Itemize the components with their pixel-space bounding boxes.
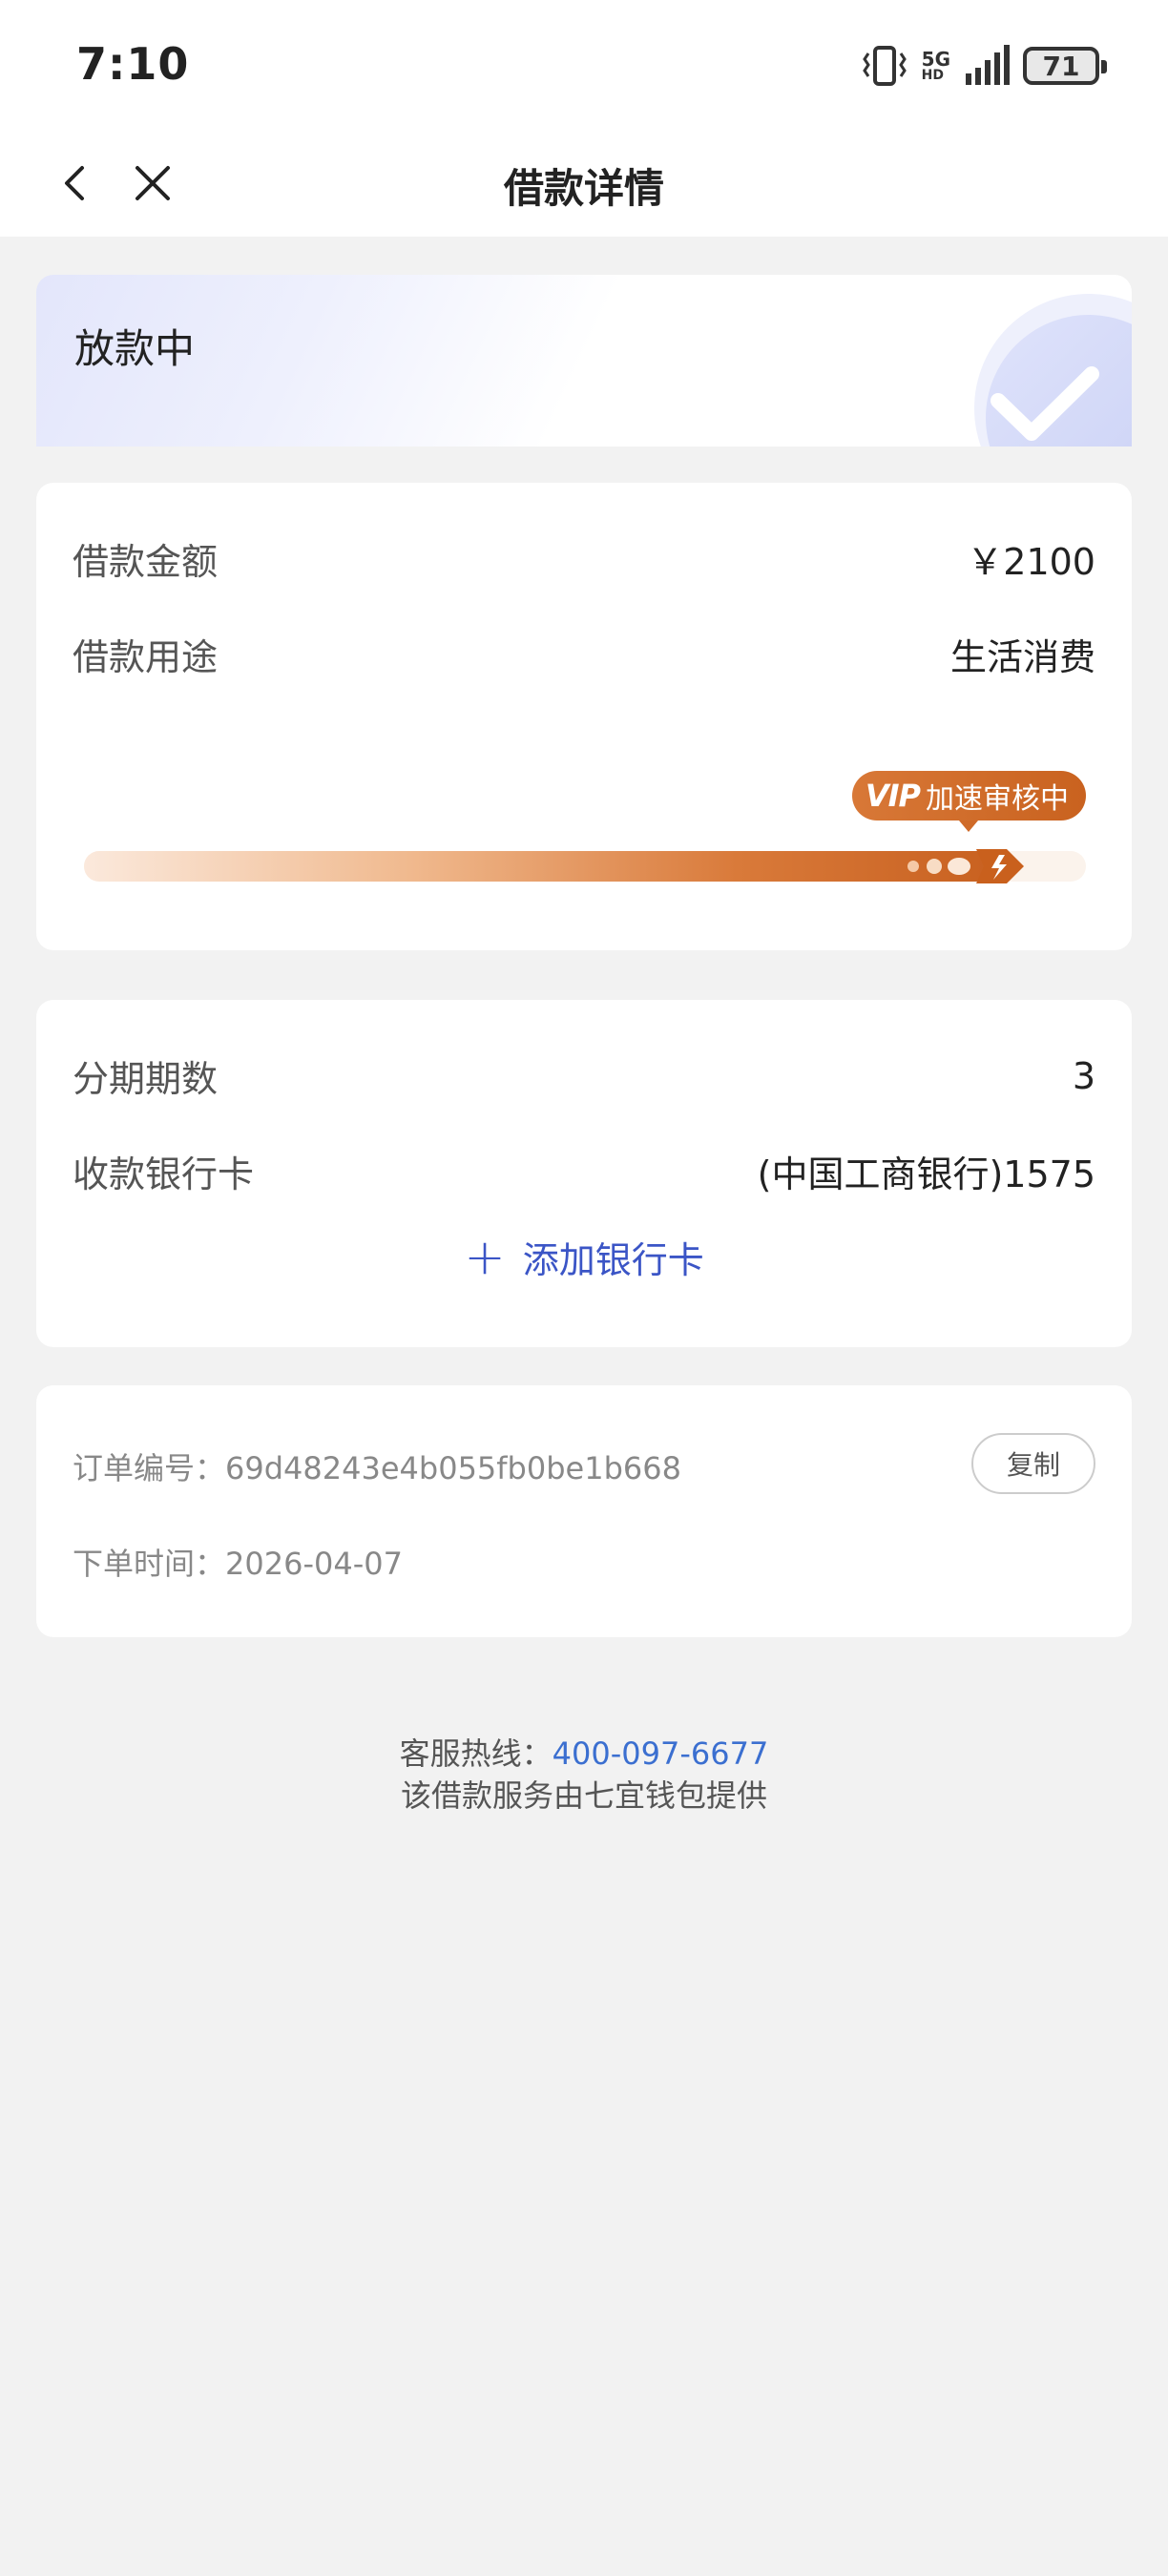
bank-row[interactable]: 收款银行卡 (中国工商银行)1575 [73, 1145, 1095, 1197]
amount-value: ￥2100 [967, 541, 1095, 583]
order-time-value: 2026-04-07 [225, 1546, 403, 1582]
add-bank-card-label: 添加银行卡 [522, 1239, 704, 1281]
installments-row: 分期期数 3 [73, 1049, 1095, 1102]
purpose-value: 生活消费 [949, 636, 1095, 678]
vibrate-icon [862, 46, 907, 86]
network-hd-label: HD [921, 68, 944, 83]
purpose-row: 借款用途 生活消费 [73, 628, 1095, 680]
provider-text: 该借款服务由七宜钱包提供 [400, 1777, 767, 1814]
add-bank-card-button[interactable]: + 添加银行卡 [36, 1231, 1132, 1283]
installments-label: 分期期数 [73, 1058, 219, 1100]
vip-speed-review-badge: VIP 加速审核中 [851, 771, 1086, 832]
check-circle-icon [974, 294, 1132, 447]
amount-row: 借款金额 ￥2100 [73, 532, 1095, 585]
battery-level: 71 [1042, 50, 1080, 82]
order-number-row: 订单编号：69d48243e4b055fb0be1b668 [73, 1444, 681, 1488]
order-time-label: 下单时间： [73, 1546, 226, 1582]
vip-logo: VIP [865, 778, 921, 814]
bank-value: (中国工商银行)1575 [757, 1153, 1095, 1195]
loan-status-text: 放款中 [74, 325, 196, 372]
battery-icon: 71 [1023, 47, 1107, 85]
review-progress-fill [84, 851, 1016, 882]
purpose-label: 借款用途 [73, 636, 219, 678]
review-progress-bar [84, 849, 1086, 883]
vip-status-text: 加速审核中 [926, 782, 1069, 816]
bank-label: 收款银行卡 [73, 1153, 255, 1195]
rocket-icon [907, 849, 1024, 883]
installment-bank-card: 分期期数 3 收款银行卡 (中国工商银行)1575 + 添加银行卡 [36, 1000, 1132, 1347]
installments-value: 3 [1072, 1054, 1095, 1097]
signal-icon [966, 45, 1010, 85]
hotline-line: 客服热线：400-097-6677 [0, 1733, 1168, 1775]
page-title: 借款详情 [503, 165, 664, 212]
footer: 客服热线：400-097-6677 该借款服务由七宜钱包提供 [0, 1733, 1168, 1817]
hotline-label: 客服热线： [399, 1735, 553, 1772]
copy-button[interactable]: 复制 [971, 1433, 1095, 1494]
network-type-label: 5G HD [922, 50, 950, 82]
loan-amount-card: 借款金额 ￥2100 借款用途 生活消费 VIP 加速审核中 [36, 483, 1132, 950]
hotline-number-link[interactable]: 400-097-6677 [553, 1735, 769, 1772]
header-bar: 借款详情 [0, 134, 1168, 237]
status-time: 7:10 [76, 38, 190, 90]
network-5g-label: 5G [921, 48, 950, 71]
order-info-card: 订单编号：69d48243e4b055fb0be1b668 复制 下单时间：20… [36, 1385, 1132, 1637]
order-number-label: 订单编号： [73, 1450, 226, 1486]
status-icons: 5G HD 71 [861, 42, 1107, 90]
loan-status-card: 放款中 [36, 275, 1132, 447]
plus-icon: + [464, 1228, 506, 1286]
order-time-row: 下单时间：2026-04-07 [73, 1540, 403, 1584]
status-bar: 7:10 5G HD 71 [0, 0, 1168, 134]
order-number-value: 69d48243e4b055fb0be1b668 [225, 1450, 681, 1486]
amount-label: 借款金额 [73, 541, 219, 583]
